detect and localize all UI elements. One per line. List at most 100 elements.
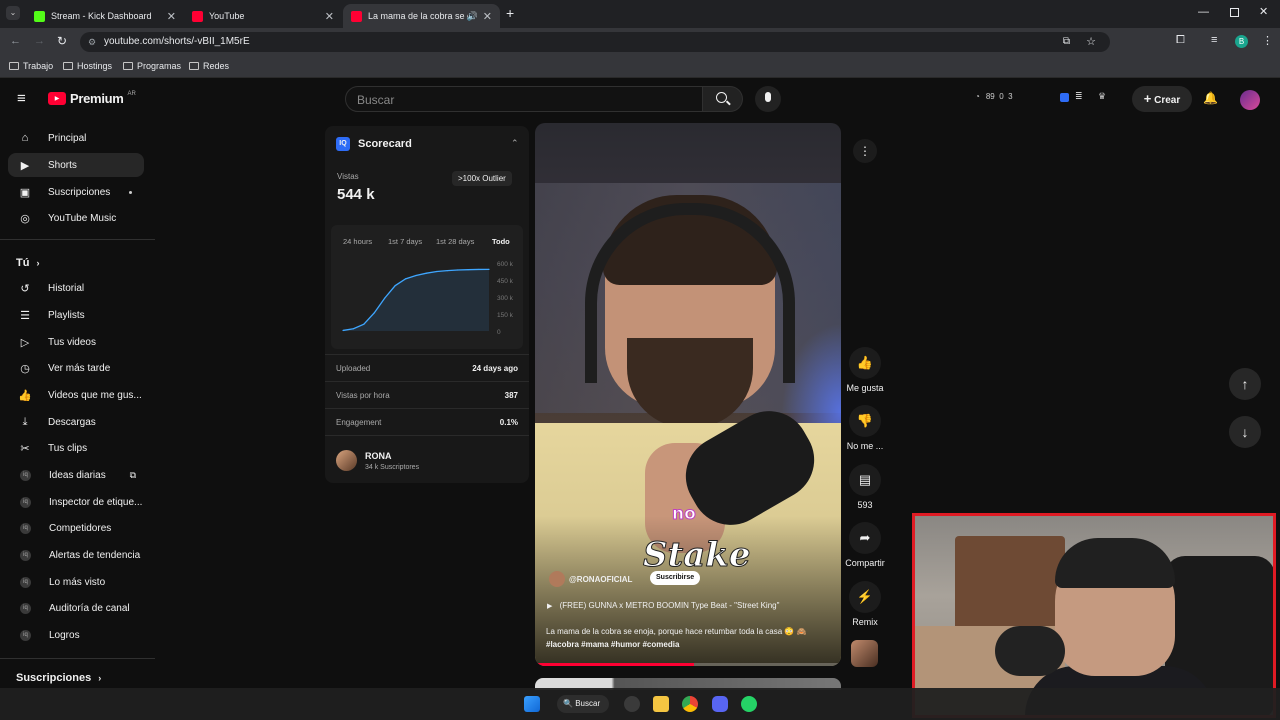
windows-start-icon[interactable] bbox=[524, 696, 540, 712]
sidebar-item-ver-mas-tarde[interactable]: ◷ Ver más tarde bbox=[8, 356, 144, 380]
sidebar-item-shorts[interactable]: ▶ Shorts bbox=[8, 153, 144, 177]
tab-youtube[interactable]: YouTube ✕ bbox=[184, 4, 342, 28]
reload-icon[interactable]: ↻ bbox=[57, 34, 67, 48]
sidebar-item-suscripciones[interactable]: ▣ Suscripciones bbox=[8, 180, 144, 204]
voice-search-button[interactable] bbox=[755, 86, 781, 112]
sidebar-item-ideas-diarias[interactable]: iq Ideas diarias ⧉ bbox=[8, 463, 144, 487]
dislike-label: No me ... bbox=[846, 441, 884, 451]
previous-short-button[interactable]: ↑ bbox=[1229, 368, 1261, 400]
bookmark-star-icon[interactable]: ☆ bbox=[1086, 32, 1096, 52]
close-window-button[interactable]: ✕ bbox=[1259, 5, 1268, 18]
video-progress-bar[interactable] bbox=[535, 663, 841, 666]
maximize-button[interactable] bbox=[1230, 8, 1239, 17]
comments-button[interactable]: ▤ 593 bbox=[840, 464, 890, 510]
sidebar-item-videos-que-me-gustan[interactable]: 👍 Videos que me gus... bbox=[8, 383, 144, 407]
collapse-chevron-icon[interactable]: ⌃ bbox=[511, 138, 519, 149]
range-tab-28d[interactable]: 1st 28 days bbox=[436, 237, 474, 246]
hamburger-menu-icon[interactable]: ≡ bbox=[17, 90, 26, 107]
sidebar-item-auditoria[interactable]: iq Auditoría de canal bbox=[8, 596, 144, 620]
search-input[interactable]: Buscar bbox=[345, 86, 703, 112]
subscriptions-section-header[interactable]: Suscripciones › bbox=[16, 672, 101, 684]
sidebar-item-principal[interactable]: ⌂ Principal bbox=[8, 126, 144, 150]
install-icon[interactable]: ⧉ bbox=[1063, 32, 1070, 52]
vidiq-icon[interactable] bbox=[1060, 93, 1069, 102]
share-button[interactable]: ➦ Compartir bbox=[840, 522, 890, 568]
speaker-icon[interactable]: 🔊 bbox=[467, 11, 478, 22]
create-button[interactable]: + Crear bbox=[1132, 86, 1192, 112]
minimize-button[interactable]: — bbox=[1198, 6, 1209, 18]
hashtags[interactable]: #lacobra #mama #humor #comedia bbox=[546, 640, 679, 649]
you-section-header[interactable]: Tú › bbox=[16, 257, 40, 269]
channel-name[interactable]: RONA bbox=[365, 451, 392, 461]
bookmark-folder-trabajo[interactable]: Trabajo bbox=[9, 61, 53, 71]
search-button[interactable] bbox=[703, 86, 743, 112]
browser-menu-icon[interactable]: ⋮ bbox=[1262, 34, 1273, 47]
chevron-right-icon: › bbox=[36, 258, 40, 268]
account-avatar[interactable] bbox=[1240, 90, 1260, 110]
range-tab-todo[interactable]: Todo bbox=[492, 237, 510, 246]
list-icon[interactable]: ≣ bbox=[1075, 91, 1083, 102]
sidebar-item-tus-clips[interactable]: ✂ Tus clips bbox=[8, 436, 144, 460]
sidebar-item-playlists[interactable]: ☰ Playlists bbox=[8, 303, 144, 327]
tab-kick-dashboard[interactable]: Stream - Kick Dashboard ✕ bbox=[26, 4, 184, 28]
dislike-button[interactable]: 👎 No me ... bbox=[840, 405, 890, 451]
video-channel-info[interactable]: @RONAOFICIAL bbox=[549, 571, 632, 587]
sidebar-item-tus-videos[interactable]: ▷ Tus videos bbox=[8, 330, 144, 354]
next-short-button[interactable]: ↓ bbox=[1229, 416, 1261, 448]
sidebar-item-inspector[interactable]: iq Inspector de etique... bbox=[8, 490, 144, 514]
sidebar-item-label: Inspector de etique... bbox=[49, 496, 143, 508]
sidebar-item-alertas[interactable]: iq Alertas de tendencia bbox=[8, 543, 144, 567]
range-tab-7d[interactable]: 1st 7 days bbox=[388, 237, 422, 246]
url-field[interactable]: ⚙ youtube.com/shorts/-vBII_1M5rE ⧉ ☆ bbox=[80, 32, 1110, 52]
app-icon-streamer[interactable] bbox=[624, 696, 640, 712]
sound-thumbnail[interactable] bbox=[851, 640, 878, 667]
bookmark-folder-programas[interactable]: Programas bbox=[123, 61, 181, 71]
site-info-icon[interactable]: ⚙ bbox=[88, 32, 96, 52]
windows-taskbar: 🔍 Buscar bbox=[0, 688, 1280, 720]
microphone-icon bbox=[765, 92, 771, 102]
youtube-logo[interactable]: ▶ Premium AR bbox=[48, 91, 136, 106]
tab-current-short[interactable]: La mama de la cobra se en 🔊 ✕ bbox=[343, 4, 500, 28]
sidebar-item-youtube-music[interactable]: ◎ YouTube Music bbox=[8, 206, 144, 230]
trophy-icon[interactable]: ♛ bbox=[1098, 91, 1106, 102]
subscribe-button[interactable]: Suscribirse bbox=[650, 571, 701, 585]
sidebar-item-historial[interactable]: ↺ Historial bbox=[8, 276, 144, 300]
remix-button[interactable]: ⚡ Remix bbox=[840, 581, 890, 627]
taskbar-search[interactable]: 🔍 Buscar bbox=[557, 695, 609, 713]
sidebar-item-lo-mas-visto[interactable]: iq Lo más visto bbox=[8, 570, 144, 594]
back-icon[interactable]: ← bbox=[10, 35, 21, 47]
streamer-beard bbox=[627, 338, 753, 428]
tab-title: YouTube bbox=[209, 11, 245, 21]
extension-stats[interactable]: ◔ 89 0 3 bbox=[975, 92, 1013, 101]
sidebar-item-competidores[interactable]: iq Competidores bbox=[8, 516, 144, 540]
media-control-icon[interactable]: ≡ bbox=[1211, 34, 1217, 46]
profile-avatar[interactable]: B bbox=[1235, 35, 1248, 48]
music-track[interactable]: ▶ (FREE) GUNNA x METRO BOOMIN Type Beat … bbox=[547, 601, 779, 610]
forward-icon[interactable]: → bbox=[34, 35, 45, 47]
sidebar-item-logros[interactable]: iq Logros bbox=[8, 623, 144, 647]
channel-avatar[interactable] bbox=[336, 450, 357, 471]
sidebar-item-descargas[interactable]: ⤓ Descargas bbox=[8, 410, 144, 434]
chrome-icon[interactable] bbox=[682, 696, 698, 712]
close-icon[interactable]: ✕ bbox=[325, 10, 334, 23]
file-explorer-icon[interactable] bbox=[653, 696, 669, 712]
new-tab-button[interactable]: + bbox=[506, 5, 514, 21]
bookmark-folder-hostings[interactable]: Hostings bbox=[63, 61, 112, 71]
engagement-value: 0.1% bbox=[499, 418, 518, 427]
views-point bbox=[425, 272, 428, 274]
bookmark-folder-redes[interactable]: Redes bbox=[189, 61, 229, 71]
tab-list-button[interactable]: ⌄ bbox=[6, 6, 20, 20]
range-tab-24h[interactable]: 24 hours bbox=[343, 237, 372, 246]
arrow-down-icon: ↓ bbox=[1241, 424, 1249, 440]
close-icon[interactable]: ✕ bbox=[167, 10, 176, 23]
shorts-video-player[interactable]: no Stake @RONAOFICIAL Suscribirse ▶ (FRE… bbox=[535, 123, 841, 666]
close-icon[interactable]: ✕ bbox=[483, 10, 492, 23]
notifications-bell-icon[interactable]: 🔔 bbox=[1203, 91, 1218, 105]
discord-icon[interactable] bbox=[712, 696, 728, 712]
more-options-icon[interactable]: ⋮ bbox=[853, 139, 877, 163]
outlier-badge[interactable]: >100x Outlier bbox=[452, 171, 512, 186]
views-point bbox=[352, 328, 355, 330]
whatsapp-icon[interactable] bbox=[741, 696, 757, 712]
like-button[interactable]: 👍 Me gusta bbox=[840, 347, 890, 393]
extensions-icon[interactable]: ⧠ bbox=[1176, 34, 1185, 47]
